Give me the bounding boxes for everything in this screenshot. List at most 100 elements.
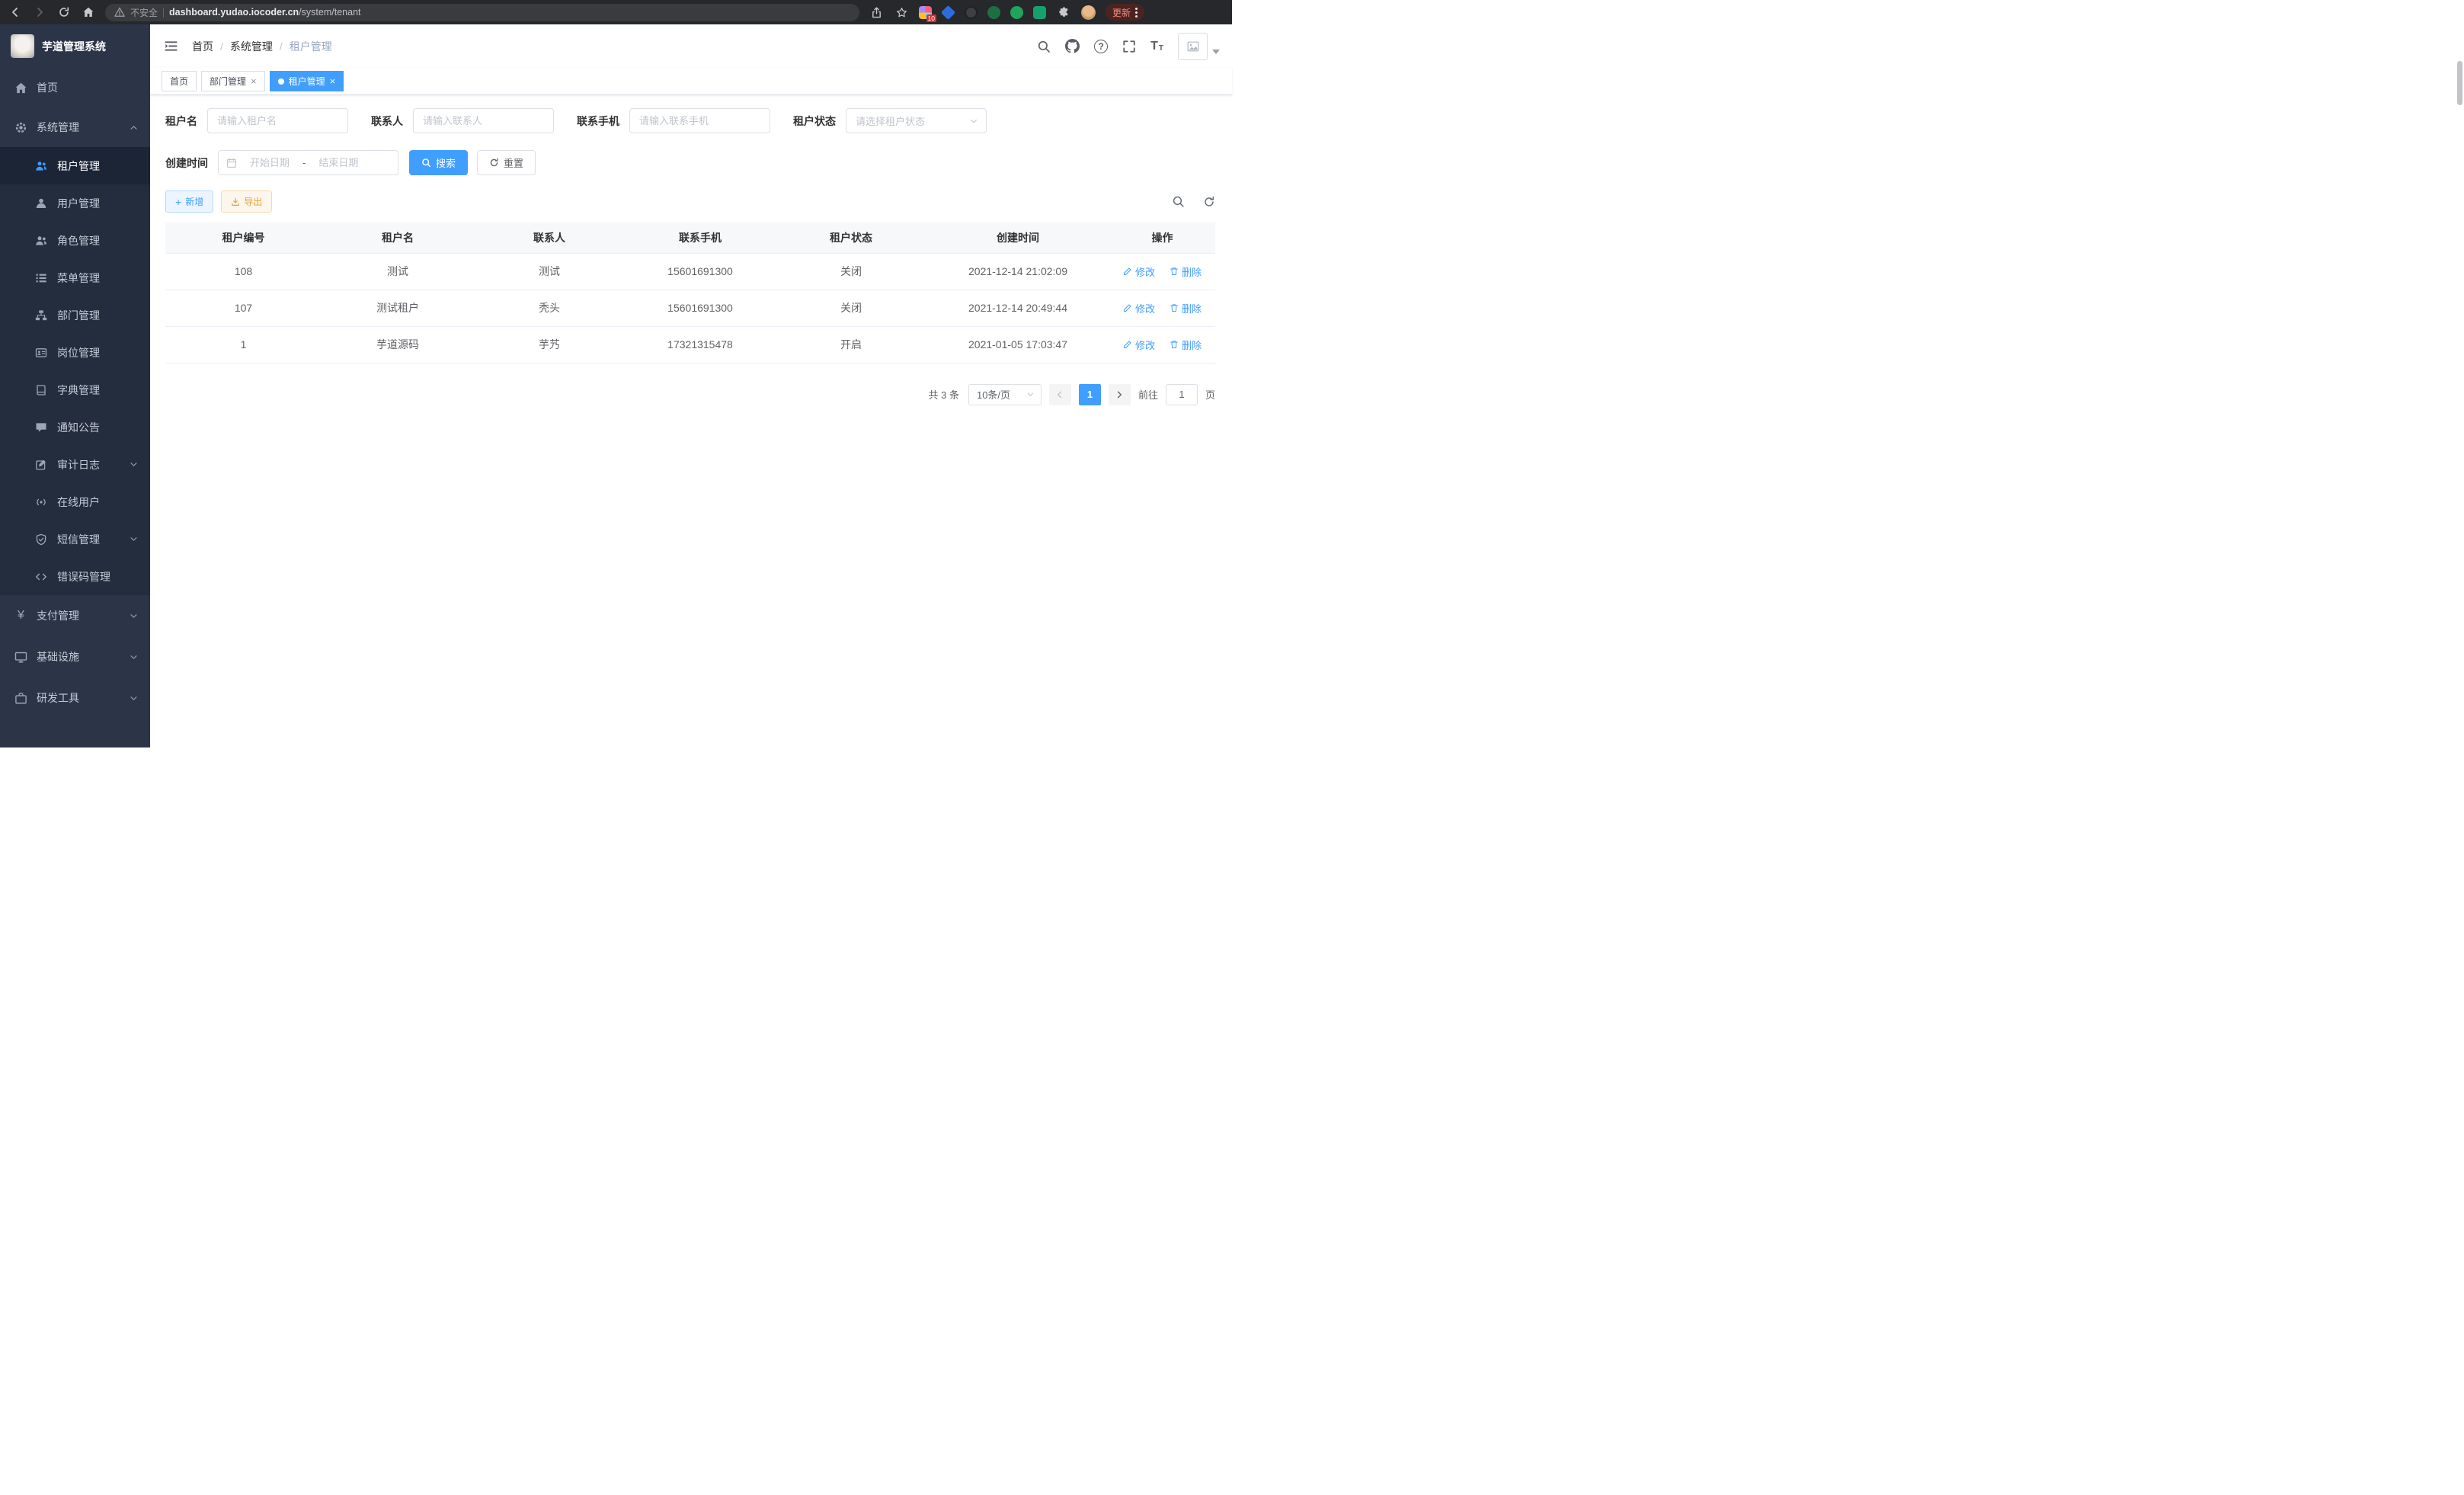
contact-input[interactable] xyxy=(413,108,554,133)
cell-tenant-id: 107 xyxy=(165,290,322,326)
sidebar-item-tenant[interactable]: 租户管理 xyxy=(0,147,150,184)
sidebar-item-infra[interactable]: 基础设施 xyxy=(0,636,150,677)
tab-home[interactable]: 首页 xyxy=(162,71,197,91)
sidebar-item-menu[interactable]: 菜单管理 xyxy=(0,259,150,296)
delete-button[interactable]: 删除 xyxy=(1170,338,1202,352)
github-icon[interactable] xyxy=(1065,39,1080,53)
back-icon[interactable] xyxy=(8,5,23,20)
plus-icon: + xyxy=(175,197,181,207)
cell-contact: 芋艿 xyxy=(474,326,625,363)
sidebar-item-notice[interactable]: 通知公告 xyxy=(0,408,150,446)
page-number-1[interactable]: 1 xyxy=(1079,384,1101,405)
help-icon[interactable]: ? xyxy=(1094,40,1108,53)
home-icon[interactable] xyxy=(81,5,96,20)
cell-contact: 秃头 xyxy=(474,290,625,326)
phone-input[interactable] xyxy=(629,108,770,133)
browser-menu-icon[interactable] xyxy=(1135,8,1138,18)
date-range-picker[interactable]: - xyxy=(218,150,398,175)
breadcrumb-home[interactable]: 首页 xyxy=(192,39,213,54)
sidebar-item-post[interactable]: 岗位管理 xyxy=(0,334,150,371)
forward-icon[interactable] xyxy=(32,5,47,20)
app-logo[interactable]: 芋道管理系统 xyxy=(0,24,150,68)
goto-label: 前往 xyxy=(1138,387,1158,402)
url-path: /system/tenant xyxy=(299,7,360,18)
book-icon xyxy=(35,384,48,396)
sidebar-item-online-users[interactable]: 在线用户 xyxy=(0,483,150,520)
end-date-input[interactable] xyxy=(311,157,366,168)
sidebar-item-system[interactable]: 系统管理 xyxy=(0,107,150,147)
breadcrumb-current: 租户管理 xyxy=(290,39,332,54)
table-row: 107 测试租户 秃头 15601691300 关闭 2021-12-14 20… xyxy=(165,290,1215,326)
prev-page-button[interactable] xyxy=(1049,384,1071,405)
breadcrumb-system[interactable]: 系统管理 xyxy=(230,39,273,54)
reset-button[interactable]: 重置 xyxy=(477,150,536,175)
gear-icon xyxy=(14,121,27,134)
calendar-icon xyxy=(226,158,237,168)
edit-button[interactable]: 修改 xyxy=(1123,301,1155,315)
tenant-table: 租户编号 租户名 联系人 联系手机 租户状态 创建时间 操作 108 测试 测试 xyxy=(165,222,1215,363)
start-date-input[interactable] xyxy=(242,157,297,168)
avatar-broken-image-icon xyxy=(1178,33,1208,60)
sidebar-item-error-code[interactable]: 错误码管理 xyxy=(0,558,150,595)
cell-status: 关闭 xyxy=(776,253,926,290)
logo-image xyxy=(11,34,34,58)
sidebar-item-dept[interactable]: 部门管理 xyxy=(0,296,150,334)
page-size-select[interactable]: 10条/页 xyxy=(968,384,1042,405)
tab-tenant[interactable]: 租户管理 × xyxy=(270,71,344,91)
sidebar-collapse-icon[interactable] xyxy=(161,36,181,56)
table-row: 108 测试 测试 15601691300 关闭 2021-12-14 21:0… xyxy=(165,253,1215,290)
bookmark-star-icon[interactable] xyxy=(894,5,909,20)
cell-phone: 15601691300 xyxy=(625,290,776,326)
search-icon[interactable] xyxy=(1037,40,1051,53)
sidebar-item-sms[interactable]: 短信管理 xyxy=(0,520,150,558)
font-size-icon[interactable]: T T xyxy=(1150,40,1163,53)
next-page-button[interactable] xyxy=(1109,384,1131,405)
delete-button[interactable]: 删除 xyxy=(1170,301,1202,315)
monitor-icon xyxy=(14,651,27,664)
scrollbar-thumb[interactable] xyxy=(2457,61,2462,105)
sidebar-item-label: 支付管理 xyxy=(37,608,120,623)
extensions-puzzle-icon[interactable] xyxy=(1056,5,1071,20)
sidebar-item-dict[interactable]: 字典管理 xyxy=(0,371,150,408)
tab-dept[interactable]: 部门管理 × xyxy=(201,71,265,91)
user-avatar[interactable] xyxy=(1178,33,1220,60)
extension-icon[interactable] xyxy=(965,6,978,19)
sidebar-item-payment[interactable]: ¥ 支付管理 xyxy=(0,595,150,636)
page-header: 首页 / 系统管理 / 租户管理 ? T xyxy=(150,24,1232,68)
update-button[interactable]: 更新 xyxy=(1106,4,1144,21)
share-icon[interactable] xyxy=(869,5,884,20)
address-bar[interactable]: 不安全 dashboard.yudao.iocoder.cn/system/te… xyxy=(105,4,859,21)
extension-icon[interactable]: 10 xyxy=(919,6,932,19)
sidebar-item-user[interactable]: 用户管理 xyxy=(0,184,150,222)
url-domain: dashboard.yudao.iocoder.cn xyxy=(169,7,299,18)
toggle-search-icon[interactable] xyxy=(1172,195,1185,208)
tenant-name-input[interactable] xyxy=(207,108,348,133)
edit-button[interactable]: 修改 xyxy=(1123,338,1155,352)
sidebar-item-devtools[interactable]: 研发工具 xyxy=(0,677,150,719)
goto-page-input[interactable] xyxy=(1166,384,1198,405)
extension-icon[interactable] xyxy=(987,6,1000,19)
extension-icon[interactable] xyxy=(1033,6,1046,19)
delete-button[interactable]: 删除 xyxy=(1170,264,1202,279)
chevron-down-icon xyxy=(969,117,978,126)
sidebar-item-home[interactable]: 首页 xyxy=(0,68,150,107)
search-button[interactable]: 搜索 xyxy=(409,150,468,175)
status-select[interactable]: 请选择租户状态 xyxy=(846,108,987,133)
signal-icon xyxy=(35,496,48,508)
extension-icon[interactable] xyxy=(1010,6,1023,19)
refresh-icon[interactable] xyxy=(1203,196,1215,208)
message-icon xyxy=(35,421,48,434)
close-icon[interactable]: × xyxy=(251,76,257,86)
sidebar-item-audit-log[interactable]: 审计日志 xyxy=(0,446,150,483)
close-icon[interactable]: × xyxy=(330,76,336,86)
sidebar-item-role[interactable]: 角色管理 xyxy=(0,222,150,259)
fullscreen-icon[interactable] xyxy=(1122,40,1136,53)
cell-contact: 测试 xyxy=(474,253,625,290)
export-button[interactable]: 导出 xyxy=(221,190,272,213)
profile-avatar[interactable] xyxy=(1081,5,1096,20)
edit-button[interactable]: 修改 xyxy=(1123,264,1155,279)
reload-icon[interactable] xyxy=(56,5,72,20)
extension-icon[interactable] xyxy=(941,5,955,19)
cell-created: 2021-12-14 21:02:09 xyxy=(926,253,1109,290)
add-button[interactable]: + 新增 xyxy=(165,190,213,213)
